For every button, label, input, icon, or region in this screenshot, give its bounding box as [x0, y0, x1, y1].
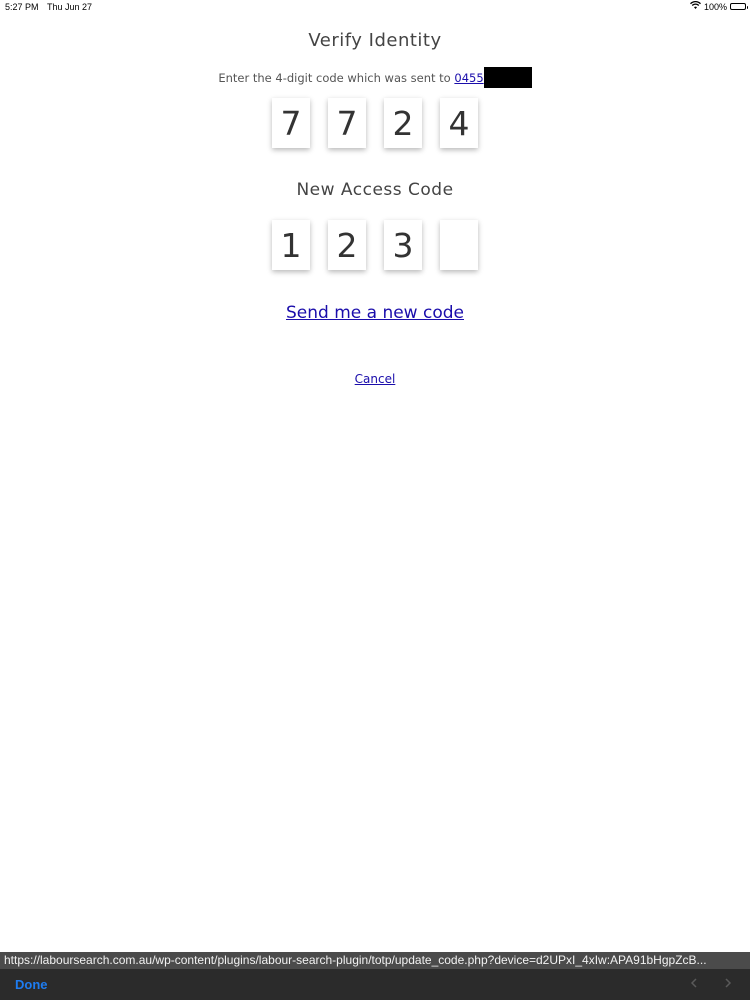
phone-number-link[interactable]: 0455	[454, 67, 532, 88]
cancel: Cancel	[0, 372, 750, 386]
page-title: Verify Identity	[308, 30, 442, 51]
nav-arrows	[690, 978, 732, 991]
battery-percent: 100%	[703, 1, 727, 12]
chevron-left-icon[interactable]	[690, 978, 698, 991]
redaction-block	[483, 67, 532, 88]
status-date: Thu Jun 27	[47, 2, 93, 12]
new-code-inputs: 1 2 3	[0, 220, 750, 270]
status-right: 100%	[690, 1, 748, 12]
chevron-right-icon[interactable]	[724, 978, 732, 991]
url-bar: https://laboursearch.com.au/wp-content/p…	[0, 952, 750, 969]
cancel-link[interactable]: Cancel	[355, 372, 396, 386]
new-code-digit-4[interactable]	[440, 220, 478, 270]
new-code-digit-1[interactable]: 1	[272, 220, 310, 270]
verify-digit-3[interactable]: 2	[384, 98, 422, 148]
status-time: 5:27 PM	[5, 2, 39, 12]
instruction-text: Enter the 4-digit code which was sent to…	[0, 67, 750, 88]
wifi-icon	[690, 1, 701, 12]
verify-digit-4[interactable]: 4	[440, 98, 478, 148]
send-new-code: Send me a new code	[0, 303, 750, 323]
verify-digit-2[interactable]: 7	[328, 98, 366, 148]
new-access-code-label: New Access Code	[296, 180, 454, 200]
new-code-digit-3[interactable]: 3	[384, 220, 422, 270]
verify-code-inputs: 7 7 2 4	[0, 98, 750, 148]
verify-digit-1[interactable]: 7	[272, 98, 310, 148]
new-code-digit-2[interactable]: 2	[328, 220, 366, 270]
instruction-prefix: Enter the 4-digit code which was sent to	[218, 71, 451, 85]
done-button[interactable]: Done	[15, 977, 48, 992]
status-bar: 5:27 PM Thu Jun 27 100%	[0, 0, 750, 14]
battery-icon	[730, 3, 748, 10]
browser-toolbar: Done	[0, 969, 750, 1000]
send-new-code-link[interactable]: Send me a new code	[286, 303, 464, 323]
